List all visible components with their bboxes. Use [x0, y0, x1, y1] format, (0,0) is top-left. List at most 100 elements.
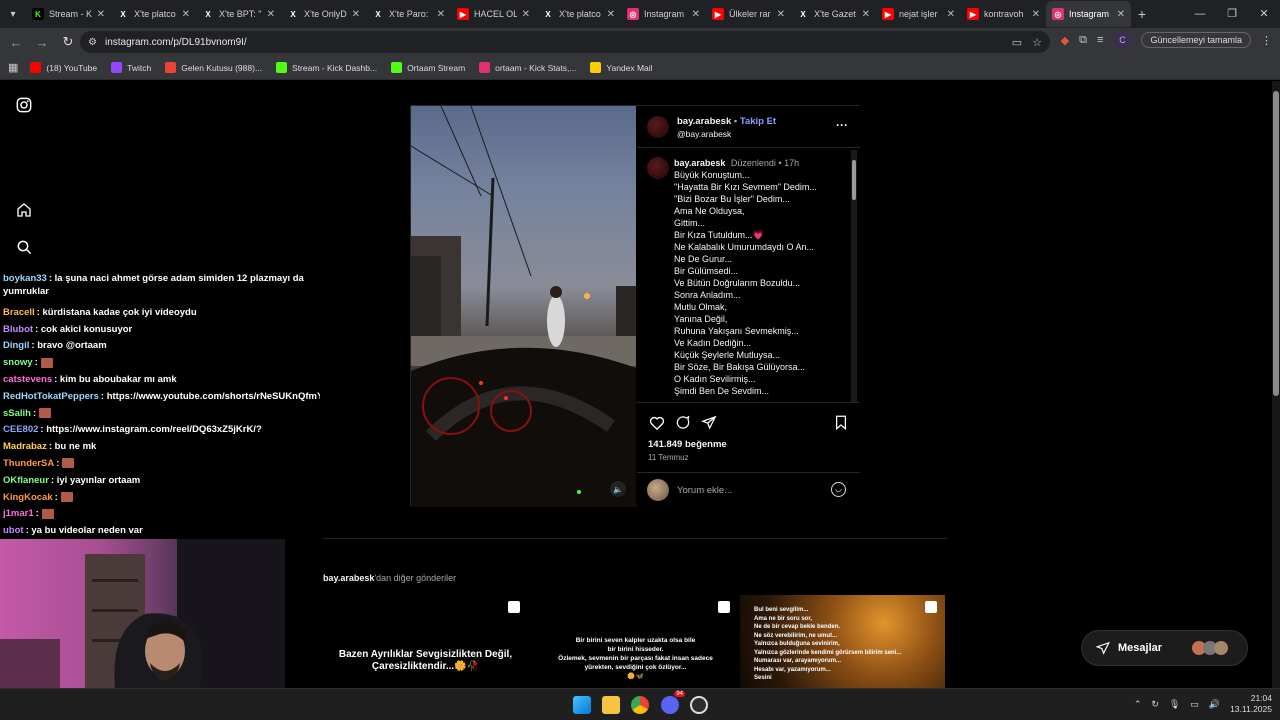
browser-tab[interactable]: X X'te BPT: " ✕	[196, 1, 281, 27]
site-info-icon[interactable]: ⚙	[88, 37, 97, 48]
obs-icon[interactable]	[690, 696, 708, 714]
browser-tab[interactable]: X X'te Gazet ✕	[791, 1, 876, 27]
bookmark-star-icon[interactable]: ☆	[1032, 36, 1042, 49]
bookmark-item[interactable]: Yandex Mail	[590, 62, 653, 73]
chat-username[interactable]: ubot	[3, 525, 24, 536]
clock[interactable]: 21:04 13.11.2025	[1230, 693, 1272, 715]
reload-button[interactable]: ↻	[58, 34, 78, 50]
display-icon[interactable]: ▭	[1190, 699, 1199, 710]
browser-tab[interactable]: X X'te Paro: ✕	[366, 1, 451, 27]
tab-close-icon[interactable]: ✕	[947, 9, 955, 20]
post-author-username[interactable]: bay.arabesk	[677, 116, 731, 127]
browser-tab[interactable]: ▶ nejat işler ✕	[876, 1, 961, 27]
forward-button[interactable]: →	[32, 35, 52, 50]
emoji-icon[interactable]: ◡	[831, 482, 846, 497]
tab-close-icon[interactable]: ✕	[1032, 9, 1040, 20]
chat-username[interactable]: boykan33	[3, 273, 47, 284]
start-icon[interactable]	[573, 696, 591, 714]
chat-username[interactable]: RedHotTokatPeppers	[3, 391, 99, 402]
browser-tab[interactable]: X X'te platco ✕	[111, 1, 196, 27]
browser-tab[interactable]: ▶ Ülkeler rar ✕	[706, 1, 791, 27]
browser-tab[interactable]: ◎ Instagram ✕	[1046, 1, 1131, 27]
likes-count[interactable]: 141.849 beğenme	[648, 439, 727, 450]
instagram-logo-icon[interactable]	[14, 95, 34, 115]
menu-kebab-icon[interactable]: ⋮	[1261, 34, 1272, 47]
tab-search-menu-icon[interactable]: ▾	[0, 0, 26, 28]
tab-close-icon[interactable]: ✕	[607, 9, 615, 20]
address-bar[interactable]: ⚙ instagram.com/p/DL91bvnom9I/ ▭ ☆	[80, 31, 1050, 53]
apps-grid-icon[interactable]: ▦	[8, 61, 18, 74]
chat-username[interactable]: Bracell	[3, 307, 35, 318]
file-explorer-icon[interactable]	[602, 696, 620, 714]
mic-icon[interactable]: 🎙	[1169, 699, 1180, 710]
browser-tab[interactable]: ▶ HACEL OL ✕	[451, 1, 536, 27]
bookmark-item[interactable]: Gelen Kutusu (988)...	[165, 62, 262, 73]
like-icon[interactable]	[649, 415, 665, 433]
minimize-button[interactable]: —	[1184, 0, 1216, 28]
bookmark-item[interactable]: Ortaam Stream	[391, 62, 465, 73]
discord-icon[interactable]: 94	[661, 691, 685, 714]
chat-username[interactable]: j1mar1	[3, 508, 34, 519]
comment-icon[interactable]	[675, 415, 691, 433]
more-options-icon[interactable]: ···	[836, 118, 848, 132]
comment-input[interactable]: Yorum ekle...	[677, 485, 732, 496]
tab-close-icon[interactable]: ✕	[777, 9, 785, 20]
browser-tab[interactable]: ▶ kontravoh ✕	[961, 1, 1046, 27]
save-icon[interactable]	[834, 415, 848, 433]
volume-icon[interactable]: 🔊	[1209, 699, 1220, 710]
more-post-thumb-1[interactable]: Bazen Ayrılıklar Sevgisizlikten Değil, Ç…	[323, 595, 528, 688]
bookmark-item[interactable]: ortaam - Kick Stats,...	[479, 62, 576, 73]
post-author-avatar[interactable]	[647, 116, 669, 138]
tab-close-icon[interactable]: ✕	[267, 9, 275, 20]
bookmark-item[interactable]: Twitch	[111, 62, 151, 73]
messages-button[interactable]: Mesajlar	[1081, 630, 1248, 666]
chat-username[interactable]: Blubot	[3, 324, 33, 335]
more-posts-username[interactable]: bay.arabesk	[323, 573, 374, 583]
chat-username[interactable]: catstevens	[3, 374, 52, 385]
chat-username[interactable]: ThunderSA	[3, 458, 54, 469]
tab-close-icon[interactable]: ✕	[437, 9, 445, 20]
more-post-thumb-2[interactable]: Bir birini seven kalpler uzakta olsa bil…	[533, 595, 738, 688]
follow-button[interactable]: Takip Et	[740, 116, 776, 127]
extensions-puzzle-icon[interactable]: ⧉	[1079, 34, 1087, 47]
chat-username[interactable]: Dingil	[3, 340, 29, 351]
caption-scrollbar[interactable]	[851, 150, 857, 402]
tab-close-icon[interactable]: ✕	[522, 9, 530, 20]
tab-close-icon[interactable]: ✕	[352, 9, 360, 20]
extension-icon[interactable]: ◆	[1061, 34, 1069, 47]
tab-close-icon[interactable]: ✕	[182, 9, 190, 20]
more-post-thumb-3[interactable]: Bul beni sevgilim... Ama ne bir soru sor…	[740, 595, 945, 688]
tab-close-icon[interactable]: ✕	[97, 9, 105, 20]
search-icon[interactable]	[14, 237, 34, 257]
tab-close-icon[interactable]: ✕	[862, 9, 870, 20]
home-icon[interactable]	[14, 200, 34, 220]
browser-tab[interactable]: X X'te platco ✕	[536, 1, 621, 27]
restore-button[interactable]: ❐	[1216, 0, 1248, 28]
chrome-icon[interactable]	[631, 696, 649, 714]
mute-icon[interactable]: 🔈	[610, 481, 626, 497]
update-button[interactable]: Güncellemeyi tamamla	[1141, 32, 1251, 48]
tab-close-icon[interactable]: ✕	[692, 9, 700, 20]
browser-tab[interactable]: ◎ Instagram ✕	[621, 1, 706, 27]
close-window-button[interactable]: ✕	[1248, 0, 1280, 28]
bookmark-item[interactable]: Stream - Kick Dashb...	[276, 62, 377, 73]
chat-username[interactable]: Madrabaz	[3, 441, 47, 452]
cast-icon[interactable]: ▭	[1012, 36, 1022, 49]
new-tab-button[interactable]: +	[1131, 6, 1153, 22]
post-author-handle[interactable]: @bay.arabesk	[677, 129, 731, 139]
browser-tab[interactable]: K Stream - K ✕	[26, 1, 111, 27]
caption-author-avatar[interactable]	[647, 157, 669, 179]
share-icon[interactable]	[700, 415, 717, 433]
chat-username[interactable]: sSalih	[3, 408, 31, 419]
chat-username[interactable]: snowy	[3, 357, 33, 368]
post-video[interactable]: 🔈	[411, 106, 636, 507]
back-button[interactable]: ←	[6, 35, 26, 50]
reading-list-icon[interactable]: ≡	[1097, 34, 1103, 46]
page-scrollbar[interactable]	[1272, 81, 1280, 688]
profile-avatar[interactable]: C	[1113, 31, 1132, 49]
chat-username[interactable]: OKflaneur	[3, 475, 49, 486]
tab-close-icon[interactable]: ✕	[1117, 9, 1125, 20]
bookmark-item[interactable]: (18) YouTube	[30, 62, 97, 73]
tray-overflow-icon[interactable]: ⌃	[1134, 699, 1142, 710]
sync-icon[interactable]: ↻	[1151, 699, 1159, 710]
